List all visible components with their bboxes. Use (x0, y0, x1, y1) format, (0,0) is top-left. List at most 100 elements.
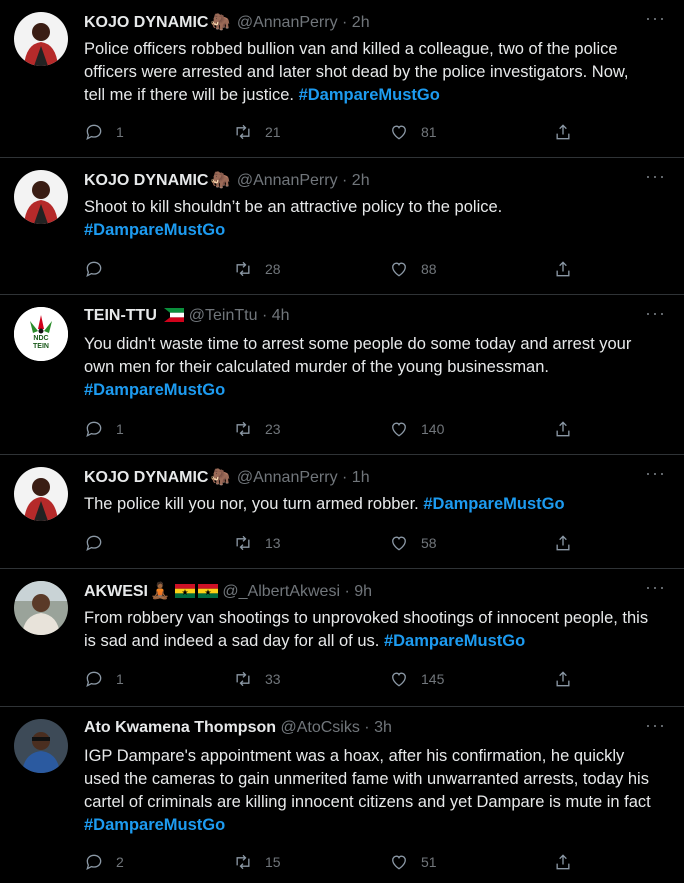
retweet-icon (236, 124, 250, 140)
avatar[interactable]: NDC TEIN (14, 307, 68, 361)
tweet[interactable]: Ato Kwamena Thompson @AtoCsiks · 3h ··· … (0, 707, 684, 883)
retweet-count: 23 (265, 421, 281, 437)
share-button[interactable] (553, 669, 573, 689)
hashtag-link[interactable]: #DampareMustGo (423, 495, 564, 513)
action-bar: 1 23 140 (84, 419, 684, 439)
tweet-text: Police officers robbed bullion van and k… (84, 38, 654, 107)
avatar[interactable] (14, 12, 68, 66)
tweet[interactable]: NDC TEIN TEIN-TTU @TeinTtu · 4h ··· You … (0, 295, 684, 455)
like-button[interactable]: 58 (389, 533, 437, 553)
share-icon (556, 854, 570, 870)
more-options-icon[interactable]: ··· (645, 303, 666, 324)
reply-button[interactable] (84, 533, 116, 553)
retweet-count: 21 (265, 124, 281, 140)
name-emoji: 🧘🏾 (150, 583, 170, 600)
reply-icon (86, 261, 102, 277)
author-handle[interactable]: @AnnanPerry (237, 14, 338, 31)
author-name[interactable]: TEIN-TTU (84, 307, 157, 324)
tweet-body: From robbery van shootings to unprovoked… (84, 609, 649, 650)
tweet-header: AKWESI 🧘🏾 @_AlbertAkwesi · 9h (84, 581, 372, 601)
timestamp[interactable]: 3h (374, 719, 392, 736)
hashtag-link[interactable]: #DampareMustGo (384, 632, 525, 650)
retweet-icon (236, 535, 250, 551)
author-name[interactable]: KOJO DYNAMIC (84, 172, 208, 189)
more-options-icon[interactable]: ··· (645, 463, 666, 484)
avatar[interactable] (14, 581, 68, 635)
author-handle[interactable]: @AnnanPerry (237, 469, 338, 486)
tweet[interactable]: KOJO DYNAMIC 🦣 @AnnanPerry · 2h ··· Polic… (0, 0, 684, 158)
author-handle[interactable]: @TeinTtu (189, 307, 258, 324)
reply-button[interactable]: 2 (84, 852, 124, 872)
avatar[interactable] (14, 170, 68, 224)
hashtag-link[interactable]: #DampareMustGo (84, 381, 225, 399)
avatar[interactable] (14, 467, 68, 521)
tweet-header: Ato Kwamena Thompson @AtoCsiks · 3h (84, 719, 392, 737)
like-button[interactable]: 145 (389, 669, 444, 689)
like-button[interactable]: 140 (389, 419, 444, 439)
more-options-icon[interactable]: ··· (645, 577, 666, 598)
retweet-button[interactable]: 33 (233, 669, 281, 689)
hashtag-link[interactable]: #DampareMustGo (299, 86, 440, 104)
author-handle[interactable]: @AtoCsiks (280, 719, 359, 736)
retweet-count: 33 (265, 671, 281, 687)
author-handle[interactable]: @_AlbertAkwesi (222, 583, 340, 600)
like-button[interactable]: 81 (389, 122, 437, 142)
share-button[interactable] (553, 533, 573, 553)
retweet-button[interactable]: 15 (233, 852, 281, 872)
reply-icon (86, 671, 102, 687)
timestamp[interactable]: 9h (354, 583, 372, 600)
timestamp[interactable]: 4h (272, 307, 290, 324)
tweet-body: IGP Dampare's appointment was a hoax, af… (84, 747, 651, 811)
hashtag-link[interactable]: #DampareMustGo (84, 816, 225, 834)
reply-button[interactable]: 1 (84, 669, 124, 689)
tweet-text: IGP Dampare's appointment was a hoax, af… (84, 745, 654, 837)
like-count: 51 (421, 854, 437, 870)
author-name[interactable]: KOJO DYNAMIC (84, 469, 208, 486)
reply-button[interactable]: 1 (84, 419, 124, 439)
more-options-icon[interactable]: ··· (645, 715, 666, 736)
like-button[interactable]: 51 (389, 852, 437, 872)
action-bar: 2 15 51 (84, 852, 684, 872)
share-icon (556, 421, 570, 437)
retweet-button[interactable]: 13 (233, 533, 281, 553)
tweet-text: The police kill you nor, you turn armed … (84, 493, 654, 516)
heart-icon (392, 125, 406, 140)
separator-dot: · (342, 14, 348, 31)
hashtag-link[interactable]: #DampareMustGo (84, 221, 225, 239)
author-handle[interactable]: @AnnanPerry (237, 172, 338, 189)
more-options-icon[interactable]: ··· (645, 8, 666, 29)
author-name[interactable]: KOJO DYNAMIC (84, 14, 208, 31)
retweet-button[interactable]: 21 (233, 122, 281, 142)
share-button[interactable] (553, 122, 573, 142)
like-count: 81 (421, 124, 437, 140)
reply-button[interactable]: 1 (84, 122, 124, 142)
tweet-body: You didn't waste time to arrest some peo… (84, 335, 632, 376)
reply-button[interactable] (84, 259, 116, 279)
tweet[interactable]: KOJO DYNAMIC 🦣 @AnnanPerry · 2h ··· Shoot… (0, 158, 684, 295)
share-button[interactable] (553, 259, 573, 279)
author-name[interactable]: Ato Kwamena Thompson (84, 719, 276, 736)
avatar-label: NDC TEIN (33, 335, 49, 350)
heart-icon (392, 422, 406, 437)
share-button[interactable] (553, 852, 573, 872)
separator-dot: · (364, 719, 370, 736)
reply-count: 1 (116, 124, 124, 140)
share-button[interactable] (553, 419, 573, 439)
reply-count: 2 (116, 854, 124, 870)
name-emoji: 🦣 (210, 469, 231, 486)
tweet[interactable]: AKWESI 🧘🏾 @_AlbertAkwesi · 9h ··· From ro… (0, 569, 684, 707)
like-count: 88 (421, 261, 437, 277)
author-name[interactable]: AKWESI (84, 583, 148, 600)
avatar[interactable] (14, 719, 68, 773)
like-count: 58 (421, 535, 437, 551)
timestamp[interactable]: 2h (352, 14, 370, 31)
retweet-button[interactable]: 28 (233, 259, 281, 279)
retweet-button[interactable]: 23 (233, 419, 281, 439)
like-button[interactable]: 88 (389, 259, 437, 279)
separator-dot: · (342, 172, 348, 189)
timestamp[interactable]: 1h (352, 469, 370, 486)
more-options-icon[interactable]: ··· (645, 166, 666, 187)
timestamp[interactable]: 2h (352, 172, 370, 189)
retweet-icon (236, 854, 250, 870)
tweet[interactable]: KOJO DYNAMIC 🦣 @AnnanPerry · 1h ··· The p… (0, 455, 684, 569)
